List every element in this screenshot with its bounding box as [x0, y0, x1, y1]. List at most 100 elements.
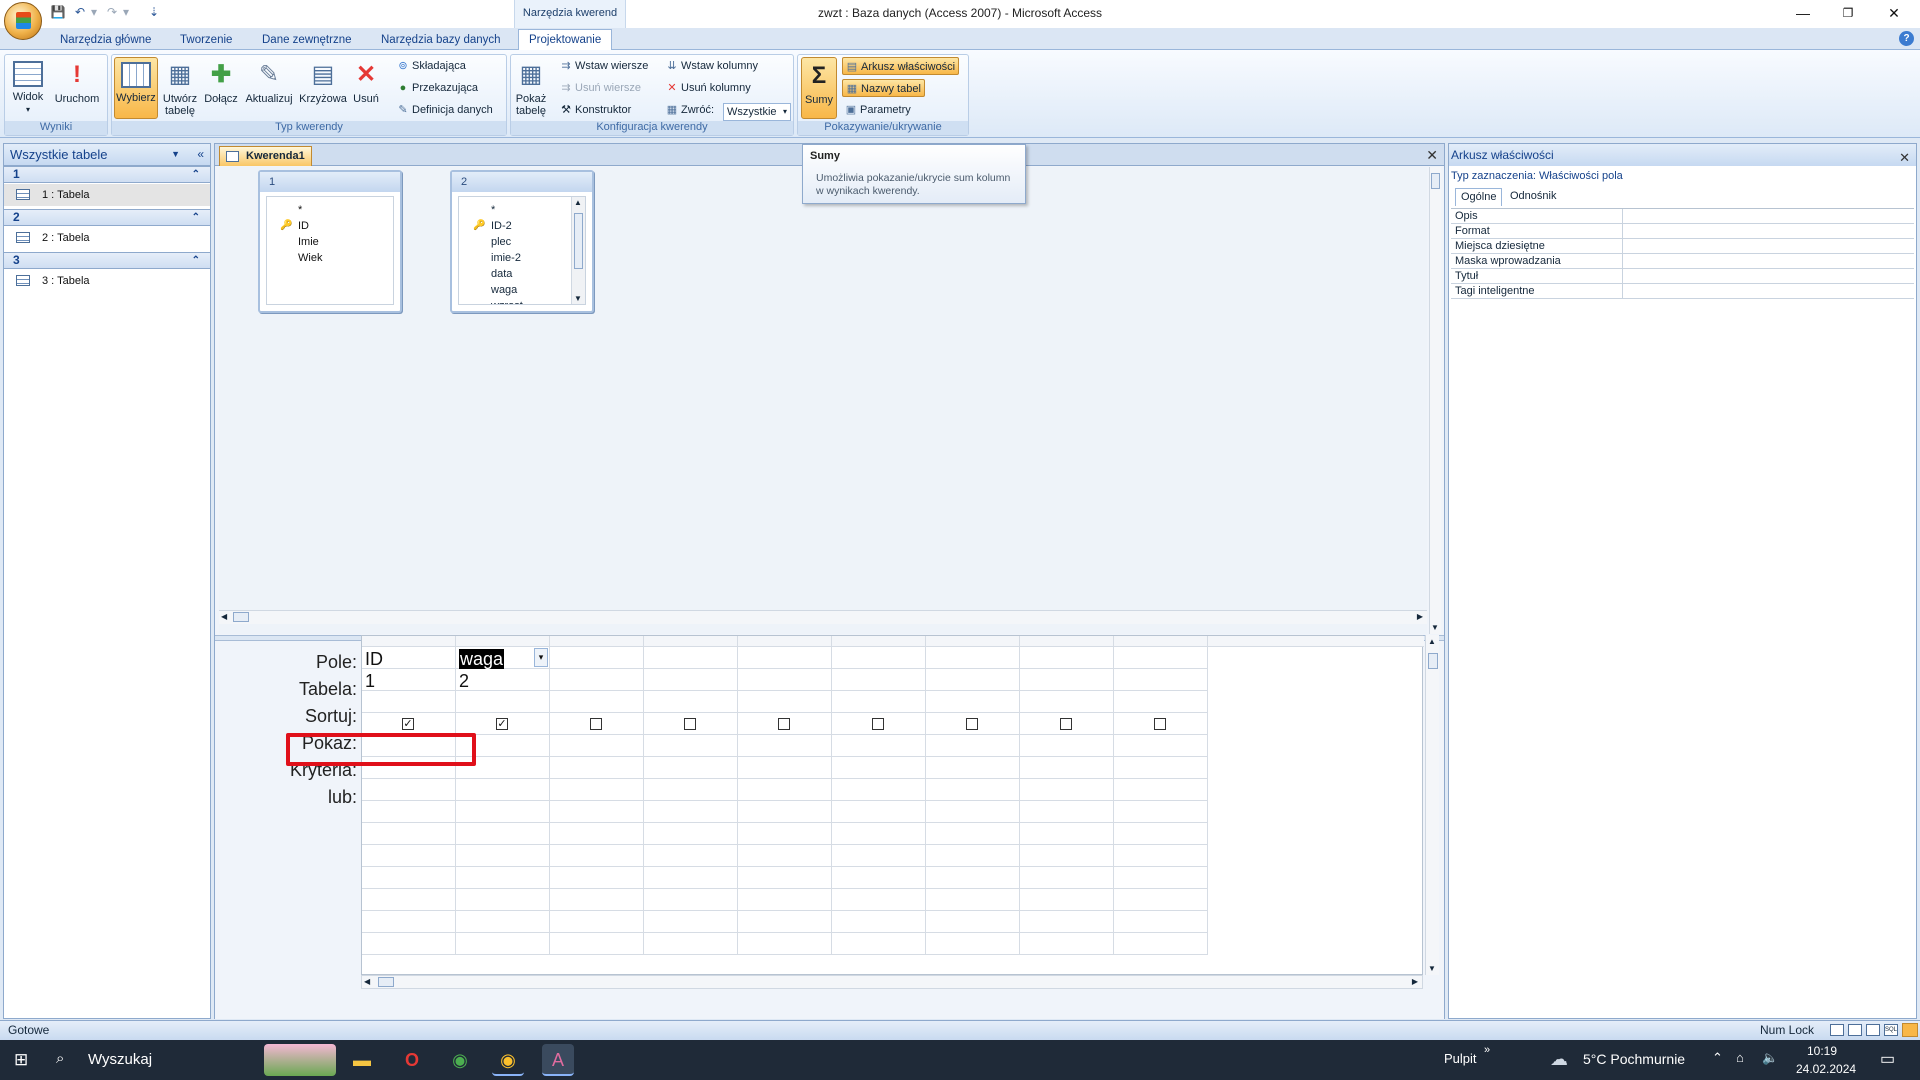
grid-cell-sort[interactable] — [832, 691, 926, 713]
grid-cell-show[interactable] — [550, 713, 644, 735]
grid-cell-sort[interactable] — [1020, 691, 1114, 713]
column-selector[interactable] — [738, 636, 832, 647]
field-list-title[interactable]: 2 — [452, 172, 592, 192]
table-pane-hscroll[interactable]: ◀ ▶ — [219, 610, 1427, 624]
grid-cell-or[interactable] — [832, 757, 926, 779]
scroll-thumb[interactable] — [574, 213, 583, 269]
grid-cell-criteria[interactable] — [644, 735, 738, 757]
grid-cell[interactable] — [362, 889, 456, 911]
collapse-pane-icon[interactable]: « — [197, 144, 204, 165]
grid-cell[interactable] — [644, 867, 738, 889]
tab-create[interactable]: Tworzenie — [170, 31, 242, 50]
delete-columns-button[interactable]: ✕ Usuń kolumny — [663, 79, 754, 97]
grid-cell-show[interactable] — [644, 713, 738, 735]
grid-cell[interactable] — [738, 845, 832, 867]
table-names-button[interactable]: ▦ Nazwy tabel — [842, 79, 925, 97]
property-row[interactable]: Format — [1451, 224, 1914, 239]
tab-home[interactable]: Narzędzia główne — [50, 31, 161, 50]
scroll-down-icon[interactable]: ▼ — [1428, 964, 1436, 973]
show-checkbox[interactable] — [590, 718, 602, 730]
grid-cell[interactable] — [550, 867, 644, 889]
field-item[interactable]: Imie — [298, 236, 319, 248]
column-selector[interactable] — [456, 636, 550, 647]
grid-cell-table[interactable] — [1020, 669, 1114, 691]
property-row[interactable]: Tagi inteligentne — [1451, 284, 1914, 299]
grid-cell-field[interactable]: ID — [362, 647, 456, 669]
grid-cell[interactable] — [926, 933, 1020, 955]
tray-chevron-icon[interactable]: ⌃ — [1712, 1050, 1723, 1066]
grid-cell[interactable] — [1020, 867, 1114, 889]
grid-cell[interactable] — [362, 779, 456, 801]
field-item[interactable]: ID — [298, 220, 309, 232]
grid-cell[interactable] — [926, 889, 1020, 911]
grid-cell-field[interactable] — [832, 647, 926, 669]
property-row[interactable]: Maska wprowadzania — [1451, 254, 1914, 269]
show-checkbox[interactable] — [1060, 718, 1072, 730]
grid-cell-sort[interactable] — [456, 691, 550, 713]
field-list-scrollbar[interactable]: ▲ ▼ — [571, 197, 585, 304]
datasheet-view-icon[interactable] — [1830, 1024, 1844, 1036]
table-pane-vscroll[interactable]: ▼ — [1429, 167, 1441, 634]
show-checkbox[interactable] — [872, 718, 884, 730]
grid-cell[interactable] — [456, 889, 550, 911]
show-checkbox[interactable]: ✓ — [496, 718, 508, 730]
grid-cell-show[interactable] — [926, 713, 1020, 735]
property-row[interactable]: Tytuł — [1451, 269, 1914, 284]
grid-cell[interactable] — [832, 823, 926, 845]
show-table-button[interactable]: ▦ Pokaż tabelę — [513, 57, 549, 119]
property-row[interactable]: Opis — [1451, 209, 1914, 224]
query-design-grid[interactable]: ID 1 ✓ waga ▾ 2 ✓ — [361, 635, 1424, 975]
grid-cell[interactable] — [644, 889, 738, 911]
restore-button[interactable]: ❐ — [1828, 2, 1868, 24]
grid-cell[interactable] — [1114, 823, 1208, 845]
scroll-left-icon[interactable]: ◀ — [364, 977, 370, 986]
tab-query1[interactable]: Kwerenda1 — [219, 146, 312, 166]
nav-group-3[interactable]: 3 ⌃ — [4, 252, 210, 269]
network-icon[interactable]: ⌂ — [1736, 1050, 1744, 1065]
grid-cell[interactable] — [644, 801, 738, 823]
scroll-left-icon[interactable]: ◀ — [221, 612, 227, 621]
minimize-button[interactable]: — — [1783, 2, 1823, 24]
windows-start-icon[interactable]: ⊞ — [14, 1050, 34, 1070]
scroll-up-icon[interactable]: ▲ — [1428, 637, 1436, 646]
close-icon[interactable]: ✕ — [1899, 147, 1910, 169]
pass-through-button[interactable]: ● Przekazująca — [394, 79, 481, 97]
grid-cell[interactable] — [832, 933, 926, 955]
grid-cell-criteria[interactable] — [1114, 735, 1208, 757]
tab-database-tools[interactable]: Narzędzia bazy danych — [371, 31, 511, 50]
chevron-down-icon[interactable]: ▼ — [171, 144, 180, 165]
grid-cell[interactable] — [1020, 889, 1114, 911]
grid-cell[interactable] — [550, 801, 644, 823]
scroll-up-icon[interactable]: ▲ — [574, 198, 582, 207]
grid-vscroll[interactable]: ▲ ▼ — [1425, 635, 1439, 975]
grid-cell-sort[interactable] — [926, 691, 1020, 713]
run-button[interactable]: ! Uruchom — [51, 57, 103, 119]
grid-cell[interactable] — [456, 845, 550, 867]
show-checkbox[interactable] — [966, 718, 978, 730]
tab-lookup[interactable]: Odnośnik — [1505, 188, 1561, 206]
grid-cell-field[interactable] — [926, 647, 1020, 669]
grid-cell-criteria[interactable] — [832, 735, 926, 757]
grid-cell[interactable] — [738, 933, 832, 955]
grid-cell[interactable] — [550, 779, 644, 801]
grid-cell[interactable] — [456, 823, 550, 845]
grid-cell-show[interactable] — [738, 713, 832, 735]
column-selector[interactable] — [832, 636, 926, 647]
grid-cell[interactable] — [1114, 801, 1208, 823]
grid-cell[interactable] — [644, 845, 738, 867]
grid-cell-or[interactable] — [738, 757, 832, 779]
grid-cell-table[interactable] — [550, 669, 644, 691]
data-definition-button[interactable]: ✎ Definicja danych — [394, 101, 496, 119]
grid-cell-criteria[interactable] — [1020, 735, 1114, 757]
office-button[interactable] — [4, 2, 42, 40]
grid-cell-sort[interactable] — [362, 691, 456, 713]
grid-cell[interactable] — [926, 845, 1020, 867]
grid-cell-table[interactable] — [832, 669, 926, 691]
grid-cell[interactable] — [550, 845, 644, 867]
nav-item-table-2[interactable]: 2 : Tabela — [4, 227, 210, 249]
clock-date[interactable]: 24.02.2024 — [1796, 1062, 1856, 1076]
column-selector[interactable] — [550, 636, 644, 647]
grid-cell-field[interactable] — [1020, 647, 1114, 669]
grid-cell-field[interactable] — [738, 647, 832, 669]
grid-cell-criteria[interactable] — [550, 735, 644, 757]
